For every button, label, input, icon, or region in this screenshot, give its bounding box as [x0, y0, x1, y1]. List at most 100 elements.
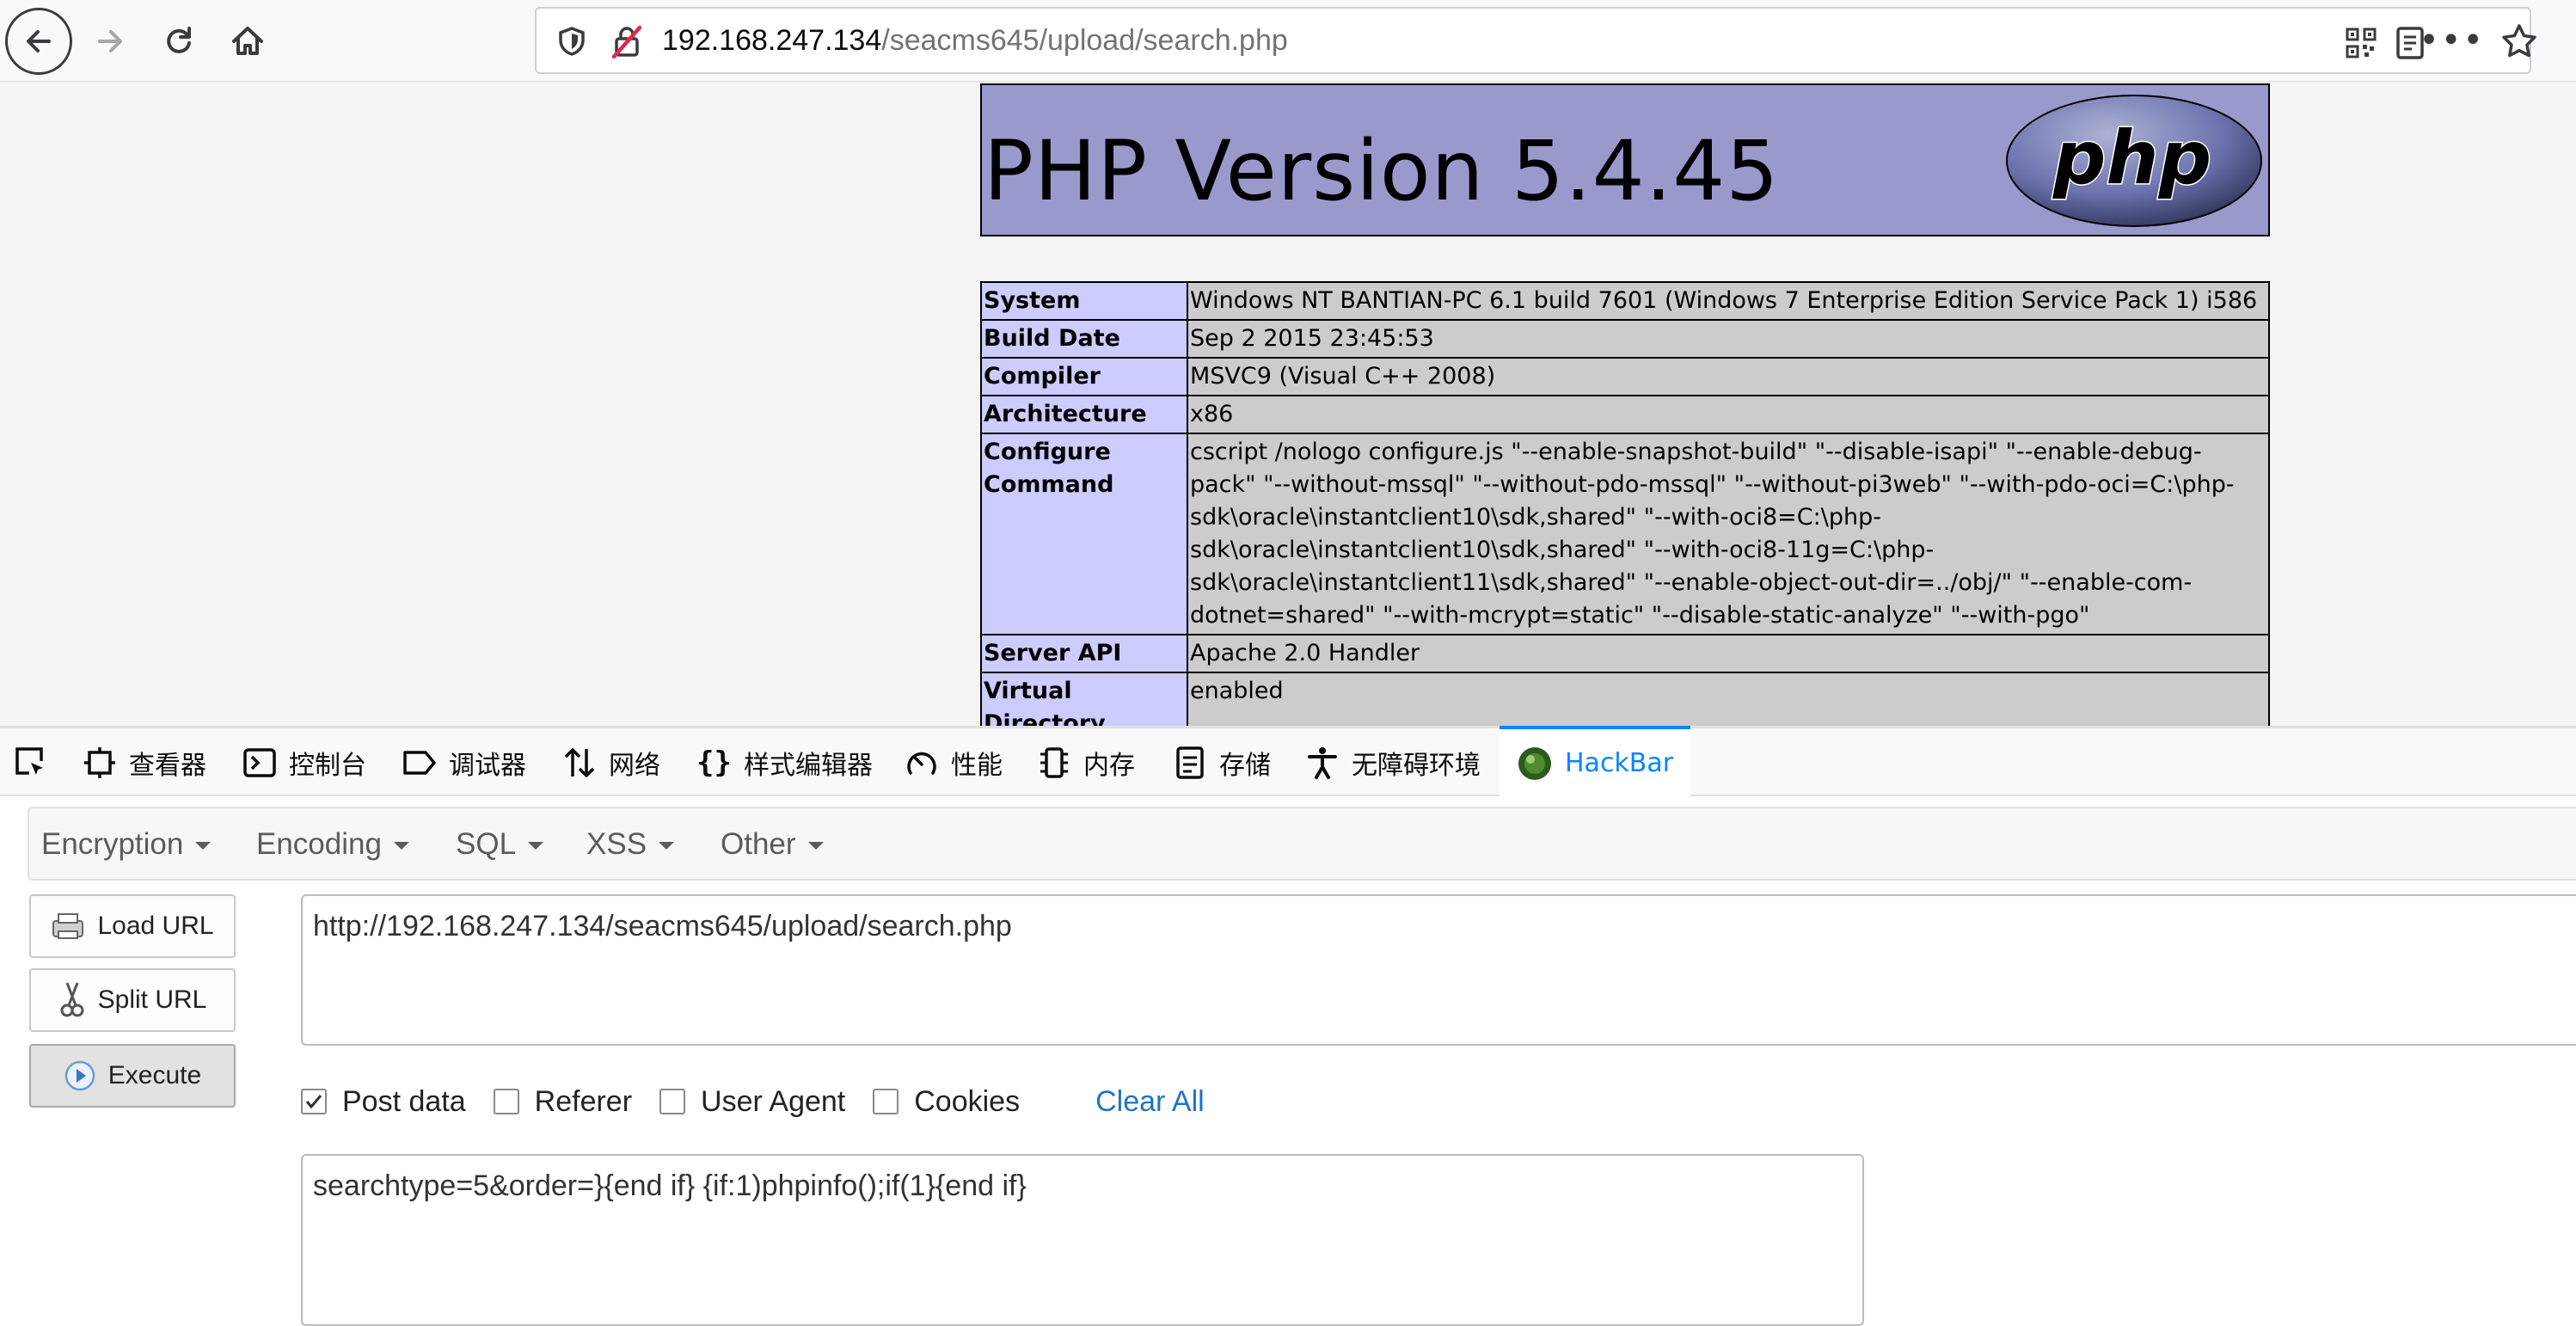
post-data-checkbox[interactable]: Post data	[301, 1085, 466, 1119]
caret-down-icon	[659, 842, 675, 850]
devtools-tabbar: 查看器 控制台 调试器 网络 {} 样式编辑器 性能 内存 存储 无障碍环境 H…	[0, 726, 2576, 797]
tab-performance[interactable]: 性能	[905, 728, 1003, 797]
tab-network-label: 网络	[609, 751, 660, 781]
clear-all-link[interactable]: Clear All	[1095, 1085, 1205, 1119]
tab-memory[interactable]: 内存	[1037, 728, 1135, 797]
accessibility-icon	[1308, 747, 1337, 779]
arrow-left-icon	[27, 30, 51, 52]
caret-down-icon	[807, 842, 824, 850]
reload-button[interactable]	[144, 7, 213, 76]
phpinfo-key: Architecture	[980, 395, 1188, 434]
caret-down-icon	[195, 842, 212, 850]
tab-style-editor[interactable]: {} 样式编辑器	[696, 728, 873, 797]
reload-icon	[167, 27, 191, 53]
cookies-checkbox[interactable]: Cookies	[873, 1085, 1020, 1119]
phpinfo-row: Compiler MSVC9 (Visual C++ 2008)	[980, 357, 2270, 396]
post-data-value: searchtype=5&order=}{end if} {if:1)phpin…	[313, 1169, 1027, 1202]
tab-accessibility[interactable]: 无障碍环境	[1305, 728, 1481, 797]
home-button[interactable]	[213, 7, 282, 76]
page-title: PHP Version 5.4.45	[984, 123, 1780, 219]
hackbar-panel: Encryption Encoding SQL XSS Other Load U…	[0, 796, 2576, 1326]
caret-down-icon	[528, 842, 544, 850]
url-textarea-value: http://192.168.247.134/seacms645/upload/…	[313, 910, 1012, 942]
tab-accessibility-label: 无障碍环境	[1352, 751, 1481, 781]
phpinfo-row: Server API Apache 2.0 Handler	[980, 634, 2270, 673]
forward-button[interactable]	[76, 7, 144, 76]
menu-encoding-label: Encoding	[256, 827, 382, 861]
url-textarea[interactable]: http://192.168.247.134/seacms645/upload/…	[301, 894, 2576, 1046]
phpinfo-value: cscript /nologo configure.js "--enable-s…	[1187, 433, 2270, 635]
play-icon	[64, 1060, 95, 1091]
execute-button[interactable]: Execute	[29, 1044, 236, 1108]
menu-sql[interactable]: SQL	[456, 827, 544, 862]
element-picker-button[interactable]	[12, 728, 50, 797]
php-logo-text: php	[2052, 115, 2211, 201]
url-text[interactable]: 192.168.247.134/seacms645/upload/search.…	[662, 24, 1288, 58]
tab-network[interactable]: 网络	[562, 728, 660, 797]
phpinfo-value: enabled	[1187, 672, 2270, 726]
inspector-icon	[84, 747, 115, 778]
phpinfo-row: Build Date Sep 2 2015 23:45:53	[980, 319, 2270, 359]
url-host: 192.168.247.134	[662, 24, 882, 57]
element-picker-icon	[15, 747, 43, 775]
address-bar[interactable]: 192.168.247.134/seacms645/upload/search.…	[535, 7, 2536, 74]
tab-debugger-label: 调试器	[449, 751, 526, 781]
checkmark-icon	[305, 1095, 322, 1109]
tab-inspector-label: 查看器	[129, 751, 206, 781]
console-icon	[243, 748, 276, 777]
insecure-lock-icon[interactable]	[610, 24, 643, 62]
menu-encryption[interactable]: Encryption	[41, 827, 212, 862]
checkbox-checked[interactable]	[301, 1089, 327, 1114]
tab-storage-label: 存储	[1219, 751, 1271, 781]
scissors-icon	[60, 982, 84, 1017]
execute-label: Execute	[107, 1061, 202, 1090]
menu-sql-label: SQL	[456, 827, 517, 861]
load-url-button[interactable]: Load URL	[29, 894, 236, 958]
phpinfo-key: Compiler	[980, 357, 1188, 396]
page-actions-menu-icon[interactable]: •••	[2419, 21, 2485, 60]
referer-label: Referer	[534, 1084, 633, 1118]
menu-encryption-label: Encryption	[41, 827, 184, 861]
checkbox-unchecked[interactable]	[659, 1089, 686, 1114]
phpinfo-row: Virtual Directory Supportenabled	[980, 672, 2270, 726]
shield-icon[interactable]	[557, 26, 586, 60]
tab-style-editor-label: 样式编辑器	[743, 751, 873, 781]
tab-console[interactable]: 控制台	[242, 728, 366, 797]
page-content: PHP Version 5.4.45 php System Windows NT …	[0, 83, 2576, 726]
arrow-right-icon	[98, 30, 122, 52]
phpinfo-key: Build Date	[980, 319, 1188, 359]
tab-storage[interactable]: 存储	[1173, 728, 1271, 797]
tab-performance-label: 性能	[951, 751, 1003, 781]
phpinfo-value: x86	[1187, 395, 2270, 434]
user-agent-checkbox[interactable]: User Agent	[659, 1085, 845, 1119]
hackbar-icon	[1518, 746, 1551, 780]
phpinfo-table: System Windows NT BANTIAN-PC 6.1 build 76…	[980, 281, 2270, 726]
home-icon	[232, 27, 263, 55]
hackbar-options: Post data Referer User Agent Cookies Cle…	[301, 1080, 1205, 1123]
checkbox-unchecked[interactable]	[873, 1089, 899, 1114]
menu-other-label: Other	[721, 827, 796, 861]
phpinfo-value: Sep 2 2015 23:45:53	[1187, 319, 2270, 359]
bookmark-star-icon[interactable]	[2500, 22, 2538, 64]
back-button[interactable]	[5, 8, 72, 75]
menu-encoding[interactable]: Encoding	[256, 827, 409, 862]
menu-xss[interactable]: XSS	[586, 827, 675, 862]
tab-hackbar[interactable]: HackBar	[1500, 726, 1691, 797]
phpinfo-value: Windows NT BANTIAN-PC 6.1 build 7601 (Wi…	[1187, 281, 2270, 321]
referer-checkbox[interactable]: Referer	[493, 1084, 633, 1119]
phpinfo-key: Configure Command	[980, 433, 1188, 635]
phpinfo-key: Virtual Directory Support	[980, 672, 1188, 726]
performance-icon	[907, 752, 936, 775]
post-data-label: Post data	[342, 1084, 466, 1118]
tab-inspector[interactable]: 查看器	[83, 728, 206, 797]
post-data-textarea[interactable]: searchtype=5&order=}{end if} {if:1)phpin…	[301, 1154, 1864, 1326]
load-url-label: Load URL	[97, 912, 214, 940]
tab-debugger[interactable]: 调试器	[402, 728, 526, 797]
phpinfo-row: Architecture x86	[980, 395, 2270, 434]
tab-memory-label: 内存	[1083, 751, 1135, 781]
menu-other[interactable]: Other	[721, 827, 824, 862]
checkbox-unchecked[interactable]	[493, 1089, 519, 1114]
qr-code-icon[interactable]	[2346, 28, 2377, 62]
phpinfo-key: Server API	[980, 634, 1188, 673]
split-url-button[interactable]: Split URL	[29, 968, 236, 1032]
